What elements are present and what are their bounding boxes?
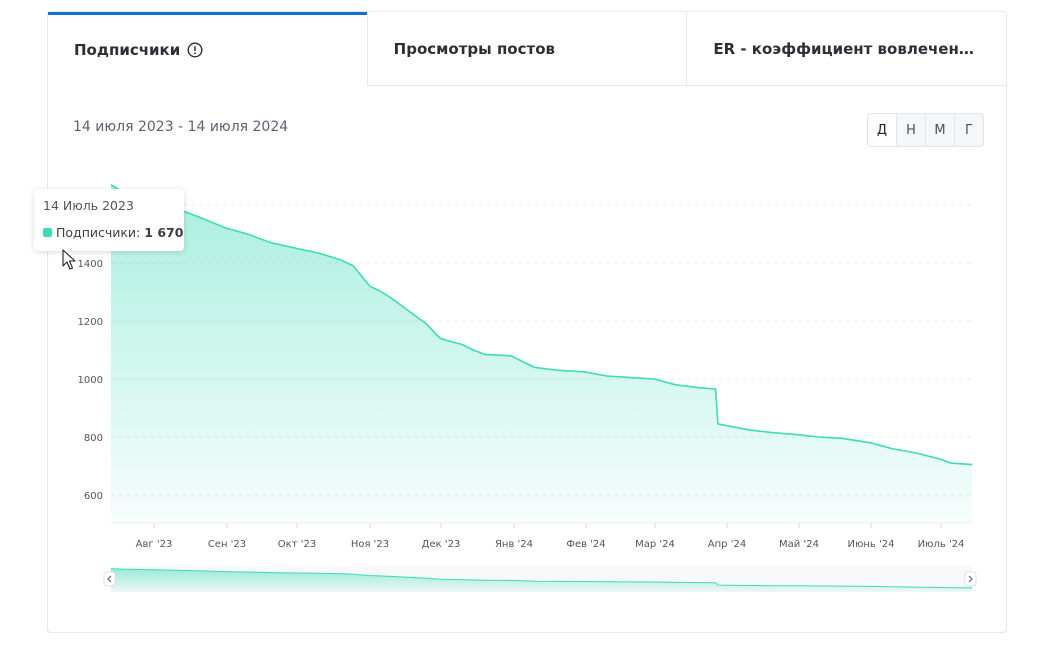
- series-swatch: [43, 228, 52, 237]
- navigator-right-handle[interactable]: [964, 571, 977, 587]
- x-tick-label: Янв '24: [495, 539, 533, 550]
- chart-navigator[interactable]: [103, 566, 977, 592]
- subscribers-chart[interactable]: 600 800 1000 1200 1400 Авг '23 Сен '23 Окт '23…: [0, 0, 1038, 661]
- navigator-left-handle[interactable]: [103, 571, 116, 587]
- x-tick-label: Окт '23: [278, 539, 316, 550]
- x-tick-label: Ноя '23: [351, 539, 389, 550]
- y-tick-label: 1000: [78, 375, 103, 386]
- y-tick-label: 1200: [78, 317, 103, 328]
- tooltip-series-label: Подписчики:: [56, 225, 141, 240]
- x-tick-label: Дек '23: [422, 539, 461, 550]
- tooltip-date: 14 Июль 2023: [43, 198, 134, 213]
- chart-tooltip: 14 Июль 2023 Подписчики: 1 670: [34, 189, 184, 251]
- x-tick-label: Май '24: [779, 539, 819, 550]
- tooltip-value: 1 670: [144, 225, 184, 240]
- y-tick-label: 800: [84, 433, 103, 444]
- x-tick-label: Мар '24: [635, 539, 675, 550]
- x-tick-label: Сен '23: [208, 539, 246, 550]
- x-tick-label: Фев '24: [566, 539, 605, 550]
- x-tick-label: Апр '24: [708, 539, 746, 550]
- y-tick-label: 600: [84, 491, 103, 502]
- y-tick-label: 1400: [78, 259, 103, 270]
- x-tick-label: Июнь '24: [848, 539, 895, 550]
- mouse-cursor-icon: [62, 249, 76, 270]
- x-tick-label: Июль '24: [918, 539, 965, 550]
- series-area: [111, 184, 972, 523]
- tooltip-row: Подписчики: 1 670: [43, 225, 183, 240]
- x-tick-label: Авг '23: [136, 539, 173, 550]
